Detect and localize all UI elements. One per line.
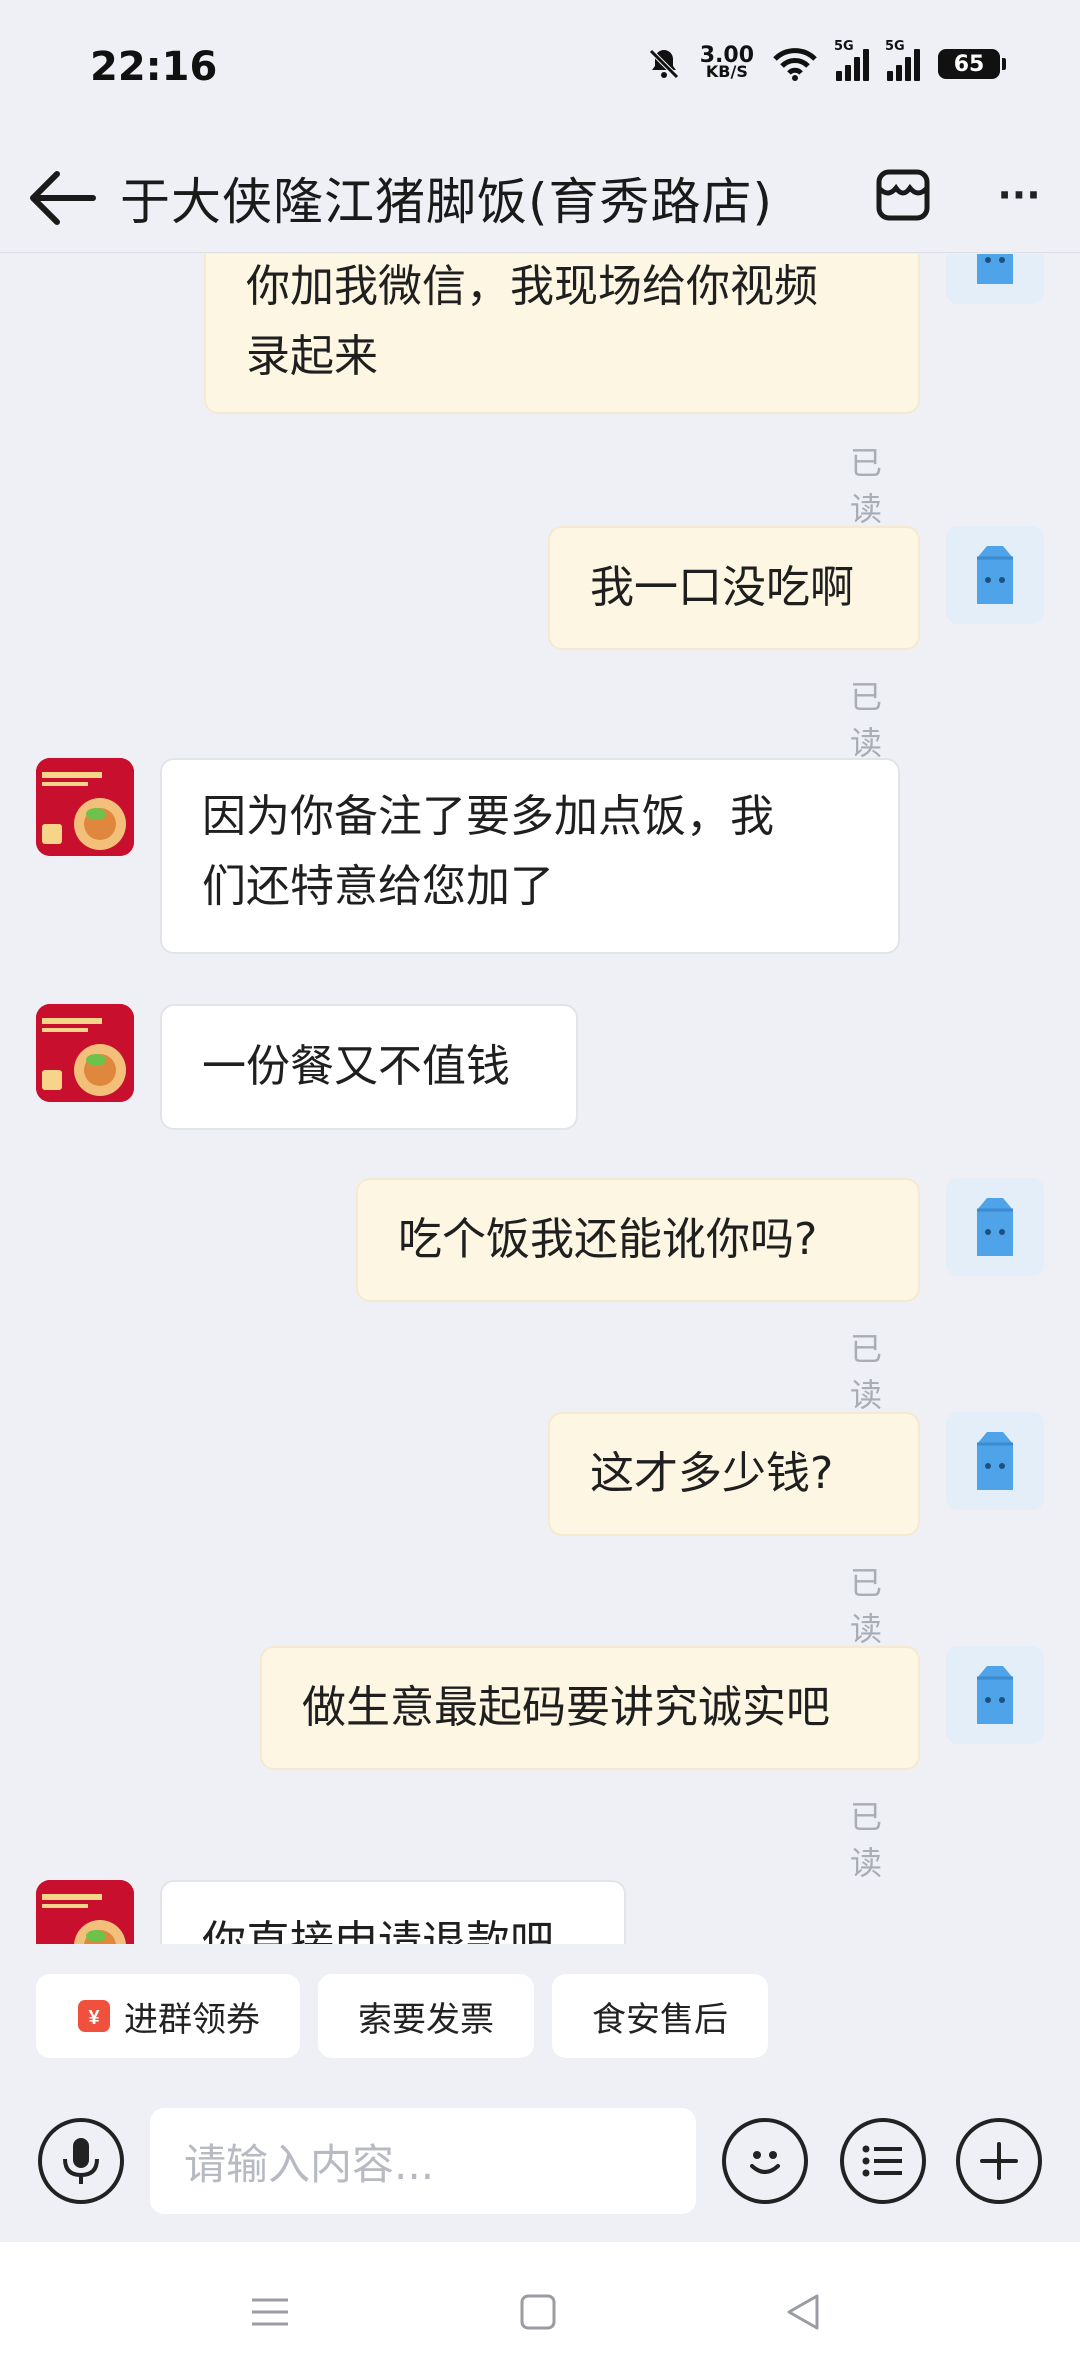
chip-label: 索要发票 [358,1999,494,2040]
avatar[interactable] [946,1646,1044,1744]
menu-icon [252,2298,288,2326]
emoji-button[interactable] [722,2118,808,2204]
status-icons: 3.00 KB/S 5G 5G 65 [646,39,1006,82]
nav-back-button[interactable] [772,2282,832,2342]
net-speed: 3.00 KB/S [700,45,754,81]
message-bubble[interactable]: 做生意最起码要讲究诚实吧 [260,1646,920,1770]
read-receipt: 已读 [850,1798,883,1882]
store-button[interactable] [866,158,940,232]
quick-reply-list-button[interactable] [840,2118,926,2204]
message-bubble[interactable]: 因为你备注了要多加点饭，我 们还特意给您加了 [160,758,900,954]
message-text-line: 因为你备注了要多加点饭，我 [202,791,774,842]
message-bubble[interactable]: 一份餐又不值钱 [160,1004,578,1130]
microphone-icon [63,2138,99,2184]
input-bar: 请输入内容... [0,2074,1080,2242]
request-invoice-button[interactable]: 索要发票 [318,1974,534,2058]
home-square-icon [520,2294,556,2330]
more-button[interactable]: ··· [982,158,1056,232]
message-bubble[interactable]: 这才多少钱? [548,1412,920,1536]
svg-text:¥: ¥ [88,2007,100,2029]
avatar[interactable] [946,254,1044,304]
signal-icon-2: 5G [885,39,920,81]
more-icon: ··· [997,173,1041,217]
back-triangle-icon [787,2294,819,2330]
milk-carton-icon [977,1198,1013,1256]
battery-level: 65 [953,51,985,77]
read-receipt: 已读 [850,444,883,528]
message-text: 吃个饭我还能讹你吗? [398,1214,818,1265]
message-text-line: 你加我微信，我现场给你视频 [246,261,818,312]
status-bar: 22:16 3.00 KB/S 5G 5G 65 [0,0,1080,140]
wifi-icon [773,48,817,81]
read-receipt: 已读 [850,678,883,762]
voice-button[interactable] [38,2118,124,2204]
message-list[interactable]: 你加我微信，我现场给你视频 录起来 已读 我一口没吃啊 已读 因为你备注了要多加… [0,254,1080,1944]
food-safety-aftersales-button[interactable]: 食安售后 [552,1974,768,2058]
plus-icon [980,2142,1018,2180]
store-icon [876,169,930,221]
net-speed-unit: KB/S [705,62,748,81]
chip-label: 食安售后 [592,1999,728,2040]
milk-carton-icon [977,1666,1013,1724]
message-text-line: 们还特意给您加了 [202,861,554,912]
nav-home-button[interactable] [508,2282,568,2342]
smiley-icon [750,2151,780,2174]
system-nav-bar [0,2242,1080,2373]
input-placeholder: 请输入内容... [184,2139,435,2189]
shop-logo-icon [36,1004,134,1102]
shop-avatar[interactable] [36,758,134,856]
message-text-line: 录起来 [246,331,378,382]
coupon-icon: ¥ [78,2000,110,2032]
signal2-label: 5G [885,39,905,54]
message-text: 做生意最起码要讲究诚实吧 [302,1682,830,1733]
message-bubble[interactable]: 吃个饭我还能讹你吗? [356,1178,920,1302]
shop-logo-icon [36,1880,134,1944]
shop-avatar[interactable] [36,1880,134,1944]
chat-header: 于大侠隆江猪脚饭(育秀路店) ··· [0,140,1080,253]
message-bubble[interactable]: 我一口没吃啊 [548,526,920,650]
join-group-coupon-button[interactable]: ¥ 进群领券 [36,1974,300,2058]
avatar[interactable] [946,1178,1044,1276]
message-text: 这才多少钱? [590,1448,834,1499]
avatar[interactable] [946,526,1044,624]
chip-label: 进群领券 [124,1999,260,2040]
message-input[interactable]: 请输入内容... [150,2108,696,2214]
read-receipt: 已读 [850,1330,883,1414]
mute-bell-icon [648,49,679,79]
milk-carton-icon [977,546,1013,604]
message-text: 一份餐又不值钱 [202,1041,510,1092]
message-text: 你直接申请退款吧 [202,1917,554,1944]
shop-logo-icon [36,758,134,856]
milk-carton-icon [977,1432,1013,1490]
add-button[interactable] [956,2118,1042,2204]
quick-actions: ¥ 进群领券 索要发票 食安售后 [0,1944,1080,2074]
milk-carton-icon [977,254,1013,284]
signal-icon-1: 5G [834,39,869,81]
page-title: 于大侠隆江猪脚饭(育秀路店) [120,173,774,231]
message-bubble[interactable]: 你直接申请退款吧 [160,1880,626,1944]
status-time: 22:16 [90,44,218,90]
message-bubble[interactable]: 你加我微信，我现场给你视频 录起来 [204,254,920,414]
back-arrow-icon [30,171,96,225]
avatar[interactable] [946,1412,1044,1510]
nav-menu-button[interactable] [240,2282,300,2342]
signal1-label: 5G [834,39,854,54]
message-text: 我一口没吃啊 [590,562,854,613]
read-receipt: 已读 [850,1564,883,1648]
battery-icon: 65 [938,49,1006,79]
shop-avatar[interactable] [36,1004,134,1102]
list-icon [862,2145,902,2177]
back-button[interactable] [22,158,102,238]
